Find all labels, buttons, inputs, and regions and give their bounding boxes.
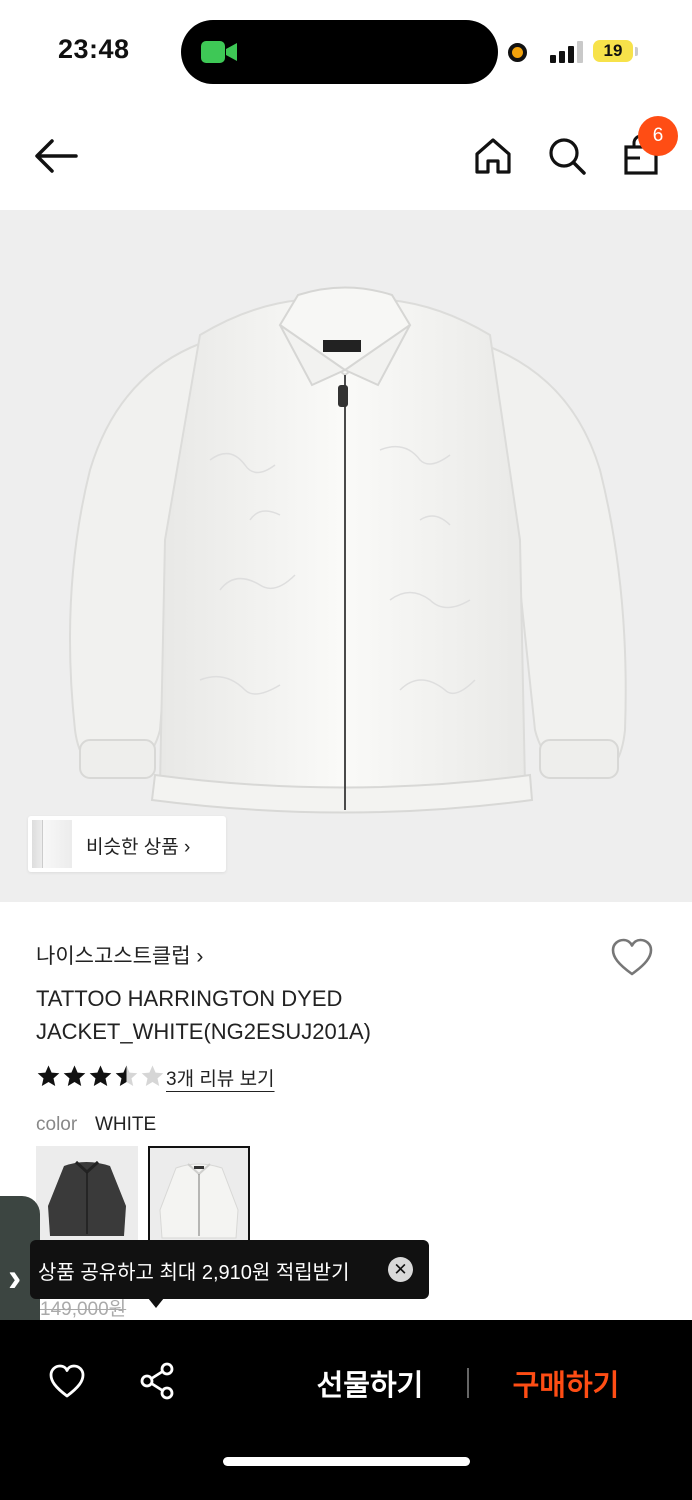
action-divider: [467, 1368, 469, 1398]
search-icon[interactable]: [547, 136, 587, 176]
brand-link[interactable]: 나이스고스트클럽 ›: [36, 940, 203, 970]
wishlist-heart-icon[interactable]: [610, 937, 654, 977]
color-swatch-white[interactable]: [148, 1146, 250, 1244]
similar-thumbnail-2: [42, 820, 72, 868]
star-icon: [141, 1065, 164, 1086]
product-image[interactable]: [0, 210, 692, 902]
star-icon: [115, 1065, 138, 1086]
color-option-value: WHITE: [95, 1114, 157, 1135]
battery-tip: [635, 47, 638, 56]
close-icon[interactable]: ✕: [388, 1257, 413, 1282]
back-arrow-icon[interactable]: [34, 138, 78, 174]
star-icon: [37, 1065, 60, 1086]
like-heart-icon[interactable]: [48, 1363, 86, 1399]
buy-button[interactable]: 구매하기: [498, 1362, 634, 1404]
rating-stars: [36, 1064, 165, 1090]
bottom-action-bar: 선물하기 구매하기: [0, 1320, 692, 1500]
dynamic-island: [181, 20, 498, 84]
top-nav: [0, 100, 692, 210]
chevron-right-icon: ›: [8, 1256, 22, 1300]
gift-button[interactable]: 선물하기: [300, 1362, 440, 1404]
star-icon: [63, 1065, 86, 1086]
cellular-signal-icon: [550, 41, 583, 63]
color-swatch-charcoal[interactable]: [36, 1146, 138, 1244]
white-jacket-thumb: [159, 1163, 239, 1239]
color-option-label: color: [36, 1114, 78, 1135]
status-bar: 23:48 19: [0, 0, 692, 100]
home-indicator[interactable]: [223, 1457, 470, 1466]
share-reward-tooltip: 상품 공유하고 최대 2,910원 적립받기 ✕: [30, 1240, 429, 1299]
video-camera-icon: [201, 41, 237, 63]
tooltip-arrow: [148, 1298, 164, 1308]
star-icon: [89, 1065, 112, 1086]
battery-icon: 19: [593, 40, 633, 62]
recording-indicator-icon: [508, 43, 527, 62]
home-icon[interactable]: [473, 136, 513, 176]
cart-count-badge: 6: [638, 116, 678, 156]
status-time: 23:48: [58, 34, 130, 64]
similar-products-label: 비슷한 상품 ›: [86, 837, 191, 858]
similar-products-button[interactable]: 비슷한 상품 ›: [28, 816, 226, 872]
tooltip-text: 상품 공유하고 최대 2,910원 적립받기: [38, 1262, 350, 1284]
share-icon[interactable]: [139, 1362, 175, 1400]
jacket-illustration: [69, 286, 627, 814]
charcoal-jacket-thumb: [48, 1160, 126, 1236]
review-link[interactable]: 3개 리뷰 보기: [166, 1064, 275, 1091]
product-title: TATTOO HARRINGTON DYED JACKET_WHITE(NG2E…: [36, 986, 371, 1044]
